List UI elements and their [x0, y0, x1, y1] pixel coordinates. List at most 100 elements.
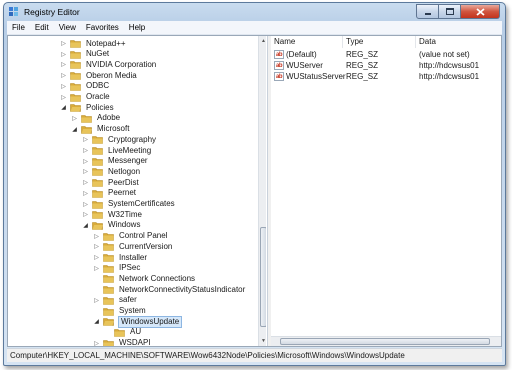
collapsed-triangle-icon[interactable]: ▷	[93, 340, 100, 346]
collapsed-triangle-icon[interactable]: ▷	[60, 94, 67, 101]
value-data: (value not set)	[419, 50, 470, 59]
tree-node-label: Policies	[86, 102, 114, 112]
close-button[interactable]	[461, 4, 500, 19]
folder-icon	[103, 254, 114, 262]
expanded-triangle-icon[interactable]: ◢	[93, 318, 100, 325]
tree-node[interactable]: Network Connections	[93, 273, 196, 284]
column-header-name[interactable]: Name	[271, 36, 343, 48]
tree-node-label: Adobe	[97, 113, 121, 123]
collapsed-triangle-icon[interactable]: ▷	[93, 243, 100, 250]
tree-node[interactable]: ▷ ODBC	[60, 81, 110, 92]
tree-node[interactable]: AU	[104, 327, 142, 338]
menu-edit[interactable]: Edit	[30, 23, 54, 32]
value-data: http://hdcwsus01	[419, 72, 480, 81]
maximize-icon	[445, 8, 454, 15]
title-bar[interactable]: Registry Editor	[4, 3, 505, 21]
tree-node[interactable]: ▷ LiveMeeting	[82, 145, 152, 156]
scroll-up-icon[interactable]: ▲	[260, 37, 266, 45]
value-row[interactable]: ab WUStatusServer REG_SZ http://hdcwsus01	[271, 71, 501, 82]
tree-node[interactable]: ▷ Control Panel	[93, 231, 168, 242]
tree-vertical-scrollbar[interactable]: ▲ ▼	[258, 36, 266, 346]
tree-node[interactable]: ▷ IPSec	[93, 263, 141, 274]
folder-icon	[114, 329, 125, 337]
tree-node[interactable]: ▷ SystemCertificates	[82, 199, 176, 210]
folder-icon	[103, 243, 114, 252]
column-header-type[interactable]: Type	[343, 36, 416, 48]
collapsed-triangle-icon[interactable]: ▷	[93, 233, 100, 240]
tree-node[interactable]: ▷ NVIDIA Corporation	[60, 59, 157, 70]
string-value-icon: ab	[274, 61, 284, 70]
tree-node-label: Messenger	[108, 156, 148, 166]
tree-node[interactable]: ▷ PeerDist	[82, 177, 140, 188]
collapsed-triangle-icon[interactable]: ▷	[60, 51, 67, 58]
collapsed-triangle-icon[interactable]: ▷	[82, 179, 89, 186]
tree-node[interactable]: ▷ Cryptography	[82, 134, 157, 145]
collapsed-triangle-icon[interactable]: ▷	[60, 72, 67, 79]
collapsed-triangle-icon[interactable]: ▷	[82, 211, 89, 218]
values-scroll-thumb[interactable]	[280, 338, 490, 345]
collapsed-triangle-icon[interactable]: ▷	[93, 265, 100, 272]
expanded-triangle-icon[interactable]: ◢	[71, 126, 78, 133]
tree-node[interactable]: ▷ Oracle	[60, 92, 111, 103]
collapsed-triangle-icon[interactable]: ▷	[60, 83, 67, 90]
column-header-data[interactable]: Data	[416, 36, 505, 48]
menu-file[interactable]: File	[7, 23, 30, 32]
menu-favorites[interactable]: Favorites	[81, 23, 124, 32]
tree-scroll-thumb[interactable]	[260, 227, 266, 327]
values-horizontal-scrollbar[interactable]	[271, 336, 501, 346]
value-data: http://hdcwsus01	[419, 61, 480, 70]
tree-node[interactable]: ◢ Policies	[60, 102, 115, 113]
folder-icon	[70, 72, 81, 80]
collapsed-triangle-icon[interactable]: ▷	[71, 115, 78, 122]
tree-node-label: Installer	[119, 252, 148, 262]
tree-node[interactable]: ▷ Peernet	[82, 188, 137, 199]
minimize-button[interactable]	[416, 4, 439, 19]
tree-node[interactable]: ▷ Netlogon	[82, 166, 141, 177]
collapsed-triangle-icon[interactable]: ▷	[82, 136, 89, 143]
collapsed-triangle-icon[interactable]: ▷	[82, 147, 89, 154]
folder-icon	[92, 157, 103, 166]
tree-node-label: Cryptography	[108, 134, 157, 144]
tree-node-label: NVIDIA Corporation	[86, 59, 157, 69]
tree-node[interactable]: ◢ WindowsUpdate	[93, 315, 183, 328]
tree-node[interactable]: ▷ Installer	[93, 252, 148, 263]
value-row[interactable]: ab (Default) REG_SZ (value not set)	[271, 49, 501, 60]
collapsed-triangle-icon[interactable]: ▷	[82, 158, 89, 165]
tree-node[interactable]: ▷ Oberon Media	[60, 70, 138, 81]
tree-node[interactable]: ▷ Notepad++	[60, 38, 127, 49]
menu-help[interactable]: Help	[124, 23, 150, 32]
tree-node[interactable]: ▷ CurrentVersion	[93, 241, 173, 252]
scroll-down-icon[interactable]: ▼	[260, 337, 266, 345]
expanded-triangle-icon[interactable]: ◢	[60, 104, 67, 111]
tree-node-label: safer	[119, 295, 137, 305]
folder-icon	[103, 232, 114, 241]
collapsed-triangle-icon[interactable]: ▷	[60, 61, 67, 68]
collapsed-triangle-icon[interactable]: ▷	[82, 190, 89, 197]
tree-node[interactable]: ▷ safer	[93, 295, 138, 306]
tree-node-label: PeerDist	[108, 177, 139, 187]
menu-view[interactable]: View	[54, 23, 81, 32]
value-row[interactable]: ab WUServer REG_SZ http://hdcwsus01	[271, 60, 501, 71]
collapsed-triangle-icon[interactable]: ▷	[60, 40, 67, 47]
folder-icon	[70, 40, 81, 48]
collapsed-triangle-icon[interactable]: ▷	[82, 201, 89, 208]
tree-node[interactable]: ◢ Windows	[82, 220, 141, 231]
expanded-triangle-icon[interactable]: ◢	[82, 222, 89, 229]
folder-icon	[92, 211, 103, 219]
tree-node[interactable]: ▷ Messenger	[82, 156, 149, 167]
tree-node-label: Netlogon	[108, 166, 141, 176]
tree-node[interactable]: ▷ Adobe	[71, 113, 121, 124]
tree-node[interactable]: ▷ W32Time	[82, 209, 143, 220]
collapsed-triangle-icon[interactable]: ▷	[82, 168, 89, 175]
value-type: REG_SZ	[346, 72, 379, 81]
menu-bar: File Edit View Favorites Help	[7, 21, 502, 35]
tree-node[interactable]: ◢ Microsoft	[71, 124, 130, 135]
collapsed-triangle-icon[interactable]: ▷	[93, 297, 100, 304]
tree-node[interactable]: ▷ NuGet	[60, 49, 110, 60]
tree-node[interactable]: ▷ WSDAPI	[93, 338, 152, 346]
folder-icon	[92, 147, 103, 155]
folder-icon	[103, 275, 114, 284]
collapsed-triangle-icon[interactable]: ▷	[93, 254, 100, 261]
tree-node[interactable]: NetworkConnectivityStatusIndicator	[93, 284, 246, 295]
maximize-button[interactable]	[439, 4, 461, 19]
